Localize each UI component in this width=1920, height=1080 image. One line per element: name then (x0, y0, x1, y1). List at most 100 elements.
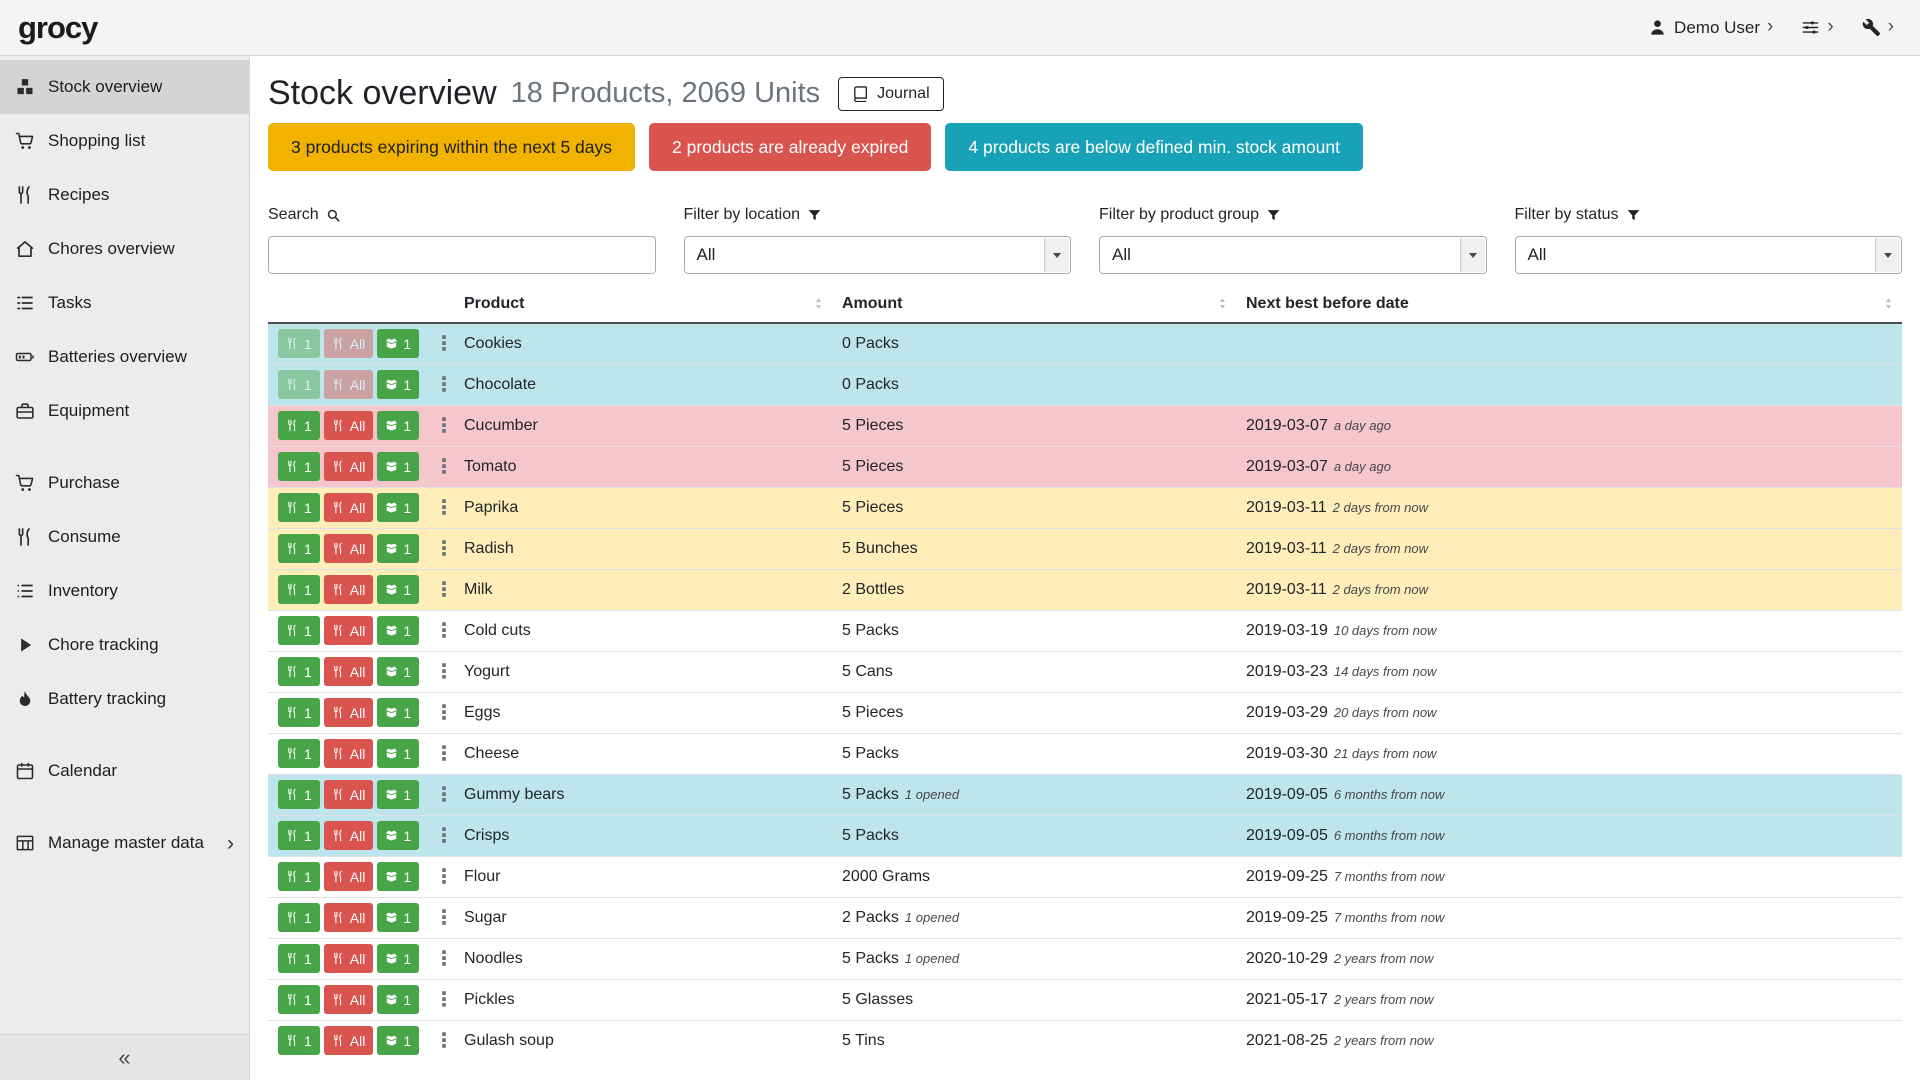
row-menu-button[interactable]: ⋮ (430, 332, 458, 356)
consume-all-button[interactable]: All (324, 944, 374, 973)
open-one-button[interactable]: 1 (377, 411, 419, 440)
consume-all-button[interactable]: All (324, 657, 374, 686)
open-one-button[interactable]: 1 (377, 944, 419, 973)
consume-one-button[interactable]: 1 (278, 739, 320, 768)
row-menu-button[interactable]: ⋮ (430, 947, 458, 971)
search-input[interactable] (268, 236, 656, 274)
sidebar-item-shopping-list[interactable]: Shopping list (0, 114, 249, 168)
consume-one-button[interactable]: 1 (278, 985, 320, 1014)
row-menu-button[interactable]: ⋮ (430, 906, 458, 930)
product-group-filter-select[interactable]: All (1099, 236, 1487, 274)
consume-one-button[interactable]: 1 (278, 452, 320, 481)
sidebar-item-inventory[interactable]: Inventory (0, 564, 249, 618)
row-menu-button[interactable]: ⋮ (430, 865, 458, 889)
consume-one-button[interactable]: 1 (278, 1026, 320, 1055)
row-menu-button[interactable]: ⋮ (430, 619, 458, 643)
select-dropdown-button[interactable] (1044, 238, 1069, 272)
column-header-best-before-date[interactable]: Next best before date (1236, 286, 1902, 323)
row-menu-button[interactable]: ⋮ (430, 1029, 458, 1053)
open-one-button[interactable]: 1 (377, 1026, 419, 1055)
open-one-button[interactable]: 1 (377, 575, 419, 604)
select-dropdown-button[interactable] (1875, 238, 1900, 272)
consume-all-button[interactable]: All (324, 452, 374, 481)
open-one-button[interactable]: 1 (377, 493, 419, 522)
app-logo[interactable]: grocy (18, 10, 97, 46)
status-filter-select[interactable]: All (1515, 236, 1903, 274)
consume-one-button[interactable]: 1 (278, 903, 320, 932)
row-menu-button[interactable]: ⋮ (430, 496, 458, 520)
summary-badge-info[interactable]: 4 products are below defined min. stock … (945, 123, 1363, 171)
row-menu-button[interactable]: ⋮ (430, 414, 458, 438)
sidebar-item-chore-tracking[interactable]: Chore tracking (0, 618, 249, 672)
sidebar-item-recipes[interactable]: Recipes (0, 168, 249, 222)
consume-all-button[interactable]: All (324, 985, 374, 1014)
sidebar-item-tasks[interactable]: Tasks (0, 276, 249, 330)
consume-one-button[interactable]: 1 (278, 493, 320, 522)
open-one-button[interactable]: 1 (377, 370, 419, 399)
consume-all-button[interactable]: All (324, 780, 374, 809)
consume-one-button[interactable]: 1 (278, 821, 320, 850)
column-header-amount[interactable]: Amount (832, 286, 1236, 323)
consume-all-button[interactable]: All (324, 575, 374, 604)
consume-one-button[interactable]: 1 (278, 329, 320, 358)
sidebar-item-chores-overview[interactable]: Chores overview (0, 222, 249, 276)
sidebar-item-equipment[interactable]: Equipment (0, 384, 249, 438)
consume-all-button[interactable]: All (324, 329, 374, 358)
consume-all-button[interactable]: All (324, 862, 374, 891)
consume-one-button[interactable]: 1 (278, 534, 320, 563)
consume-all-button[interactable]: All (324, 616, 374, 645)
consume-one-button[interactable]: 1 (278, 657, 320, 686)
open-one-button[interactable]: 1 (377, 862, 419, 891)
consume-all-button[interactable]: All (324, 821, 374, 850)
user-menu[interactable]: Demo User › (1648, 17, 1773, 38)
consume-one-button[interactable]: 1 (278, 411, 320, 440)
consume-one-button[interactable]: 1 (278, 944, 320, 973)
row-menu-button[interactable]: ⋮ (430, 742, 458, 766)
consume-one-button[interactable]: 1 (278, 862, 320, 891)
sidebar-item-calendar[interactable]: Calendar (0, 744, 249, 798)
open-one-button[interactable]: 1 (377, 985, 419, 1014)
row-menu-button[interactable]: ⋮ (430, 373, 458, 397)
open-one-button[interactable]: 1 (377, 739, 419, 768)
consume-all-button[interactable]: All (324, 370, 374, 399)
consume-one-button[interactable]: 1 (278, 698, 320, 727)
open-one-button[interactable]: 1 (377, 903, 419, 932)
journal-button[interactable]: Journal (838, 77, 943, 111)
open-one-button[interactable]: 1 (377, 329, 419, 358)
row-menu-button[interactable]: ⋮ (430, 660, 458, 684)
settings-menu[interactable]: › (1801, 17, 1833, 38)
open-one-button[interactable]: 1 (377, 534, 419, 563)
consume-one-button[interactable]: 1 (278, 616, 320, 645)
open-one-button[interactable]: 1 (377, 616, 419, 645)
open-one-button[interactable]: 1 (377, 657, 419, 686)
open-one-button[interactable]: 1 (377, 698, 419, 727)
select-dropdown-button[interactable] (1460, 238, 1485, 272)
row-menu-button[interactable]: ⋮ (430, 783, 458, 807)
sidebar-item-manage-master-data[interactable]: Manage master data › (0, 816, 249, 870)
sidebar-item-battery-tracking[interactable]: Battery tracking (0, 672, 249, 726)
consume-all-button[interactable]: All (324, 534, 374, 563)
consume-all-button[interactable]: All (324, 698, 374, 727)
consume-one-button[interactable]: 1 (278, 575, 320, 604)
consume-all-button[interactable]: All (324, 1026, 374, 1055)
row-menu-button[interactable]: ⋮ (430, 701, 458, 725)
sidebar-collapse-button[interactable]: « (0, 1034, 249, 1080)
row-menu-button[interactable]: ⋮ (430, 988, 458, 1012)
row-menu-button[interactable]: ⋮ (430, 578, 458, 602)
row-menu-button[interactable]: ⋮ (430, 537, 458, 561)
consume-all-button[interactable]: All (324, 739, 374, 768)
row-menu-button[interactable]: ⋮ (430, 455, 458, 479)
location-filter-select[interactable]: All (684, 236, 1072, 274)
sidebar-item-stock-overview[interactable]: Stock overview (0, 60, 249, 114)
consume-all-button[interactable]: All (324, 903, 374, 932)
column-header-product[interactable]: Product (454, 286, 832, 323)
consume-all-button[interactable]: All (324, 493, 374, 522)
sidebar-item-consume[interactable]: Consume (0, 510, 249, 564)
summary-badge-warning[interactable]: 3 products expiring within the next 5 da… (268, 123, 635, 171)
sidebar-item-batteries-overview[interactable]: Batteries overview (0, 330, 249, 384)
sidebar-item-purchase[interactable]: Purchase (0, 456, 249, 510)
open-one-button[interactable]: 1 (377, 452, 419, 481)
open-one-button[interactable]: 1 (377, 780, 419, 809)
row-menu-button[interactable]: ⋮ (430, 824, 458, 848)
summary-badge-danger[interactable]: 2 products are already expired (649, 123, 931, 171)
